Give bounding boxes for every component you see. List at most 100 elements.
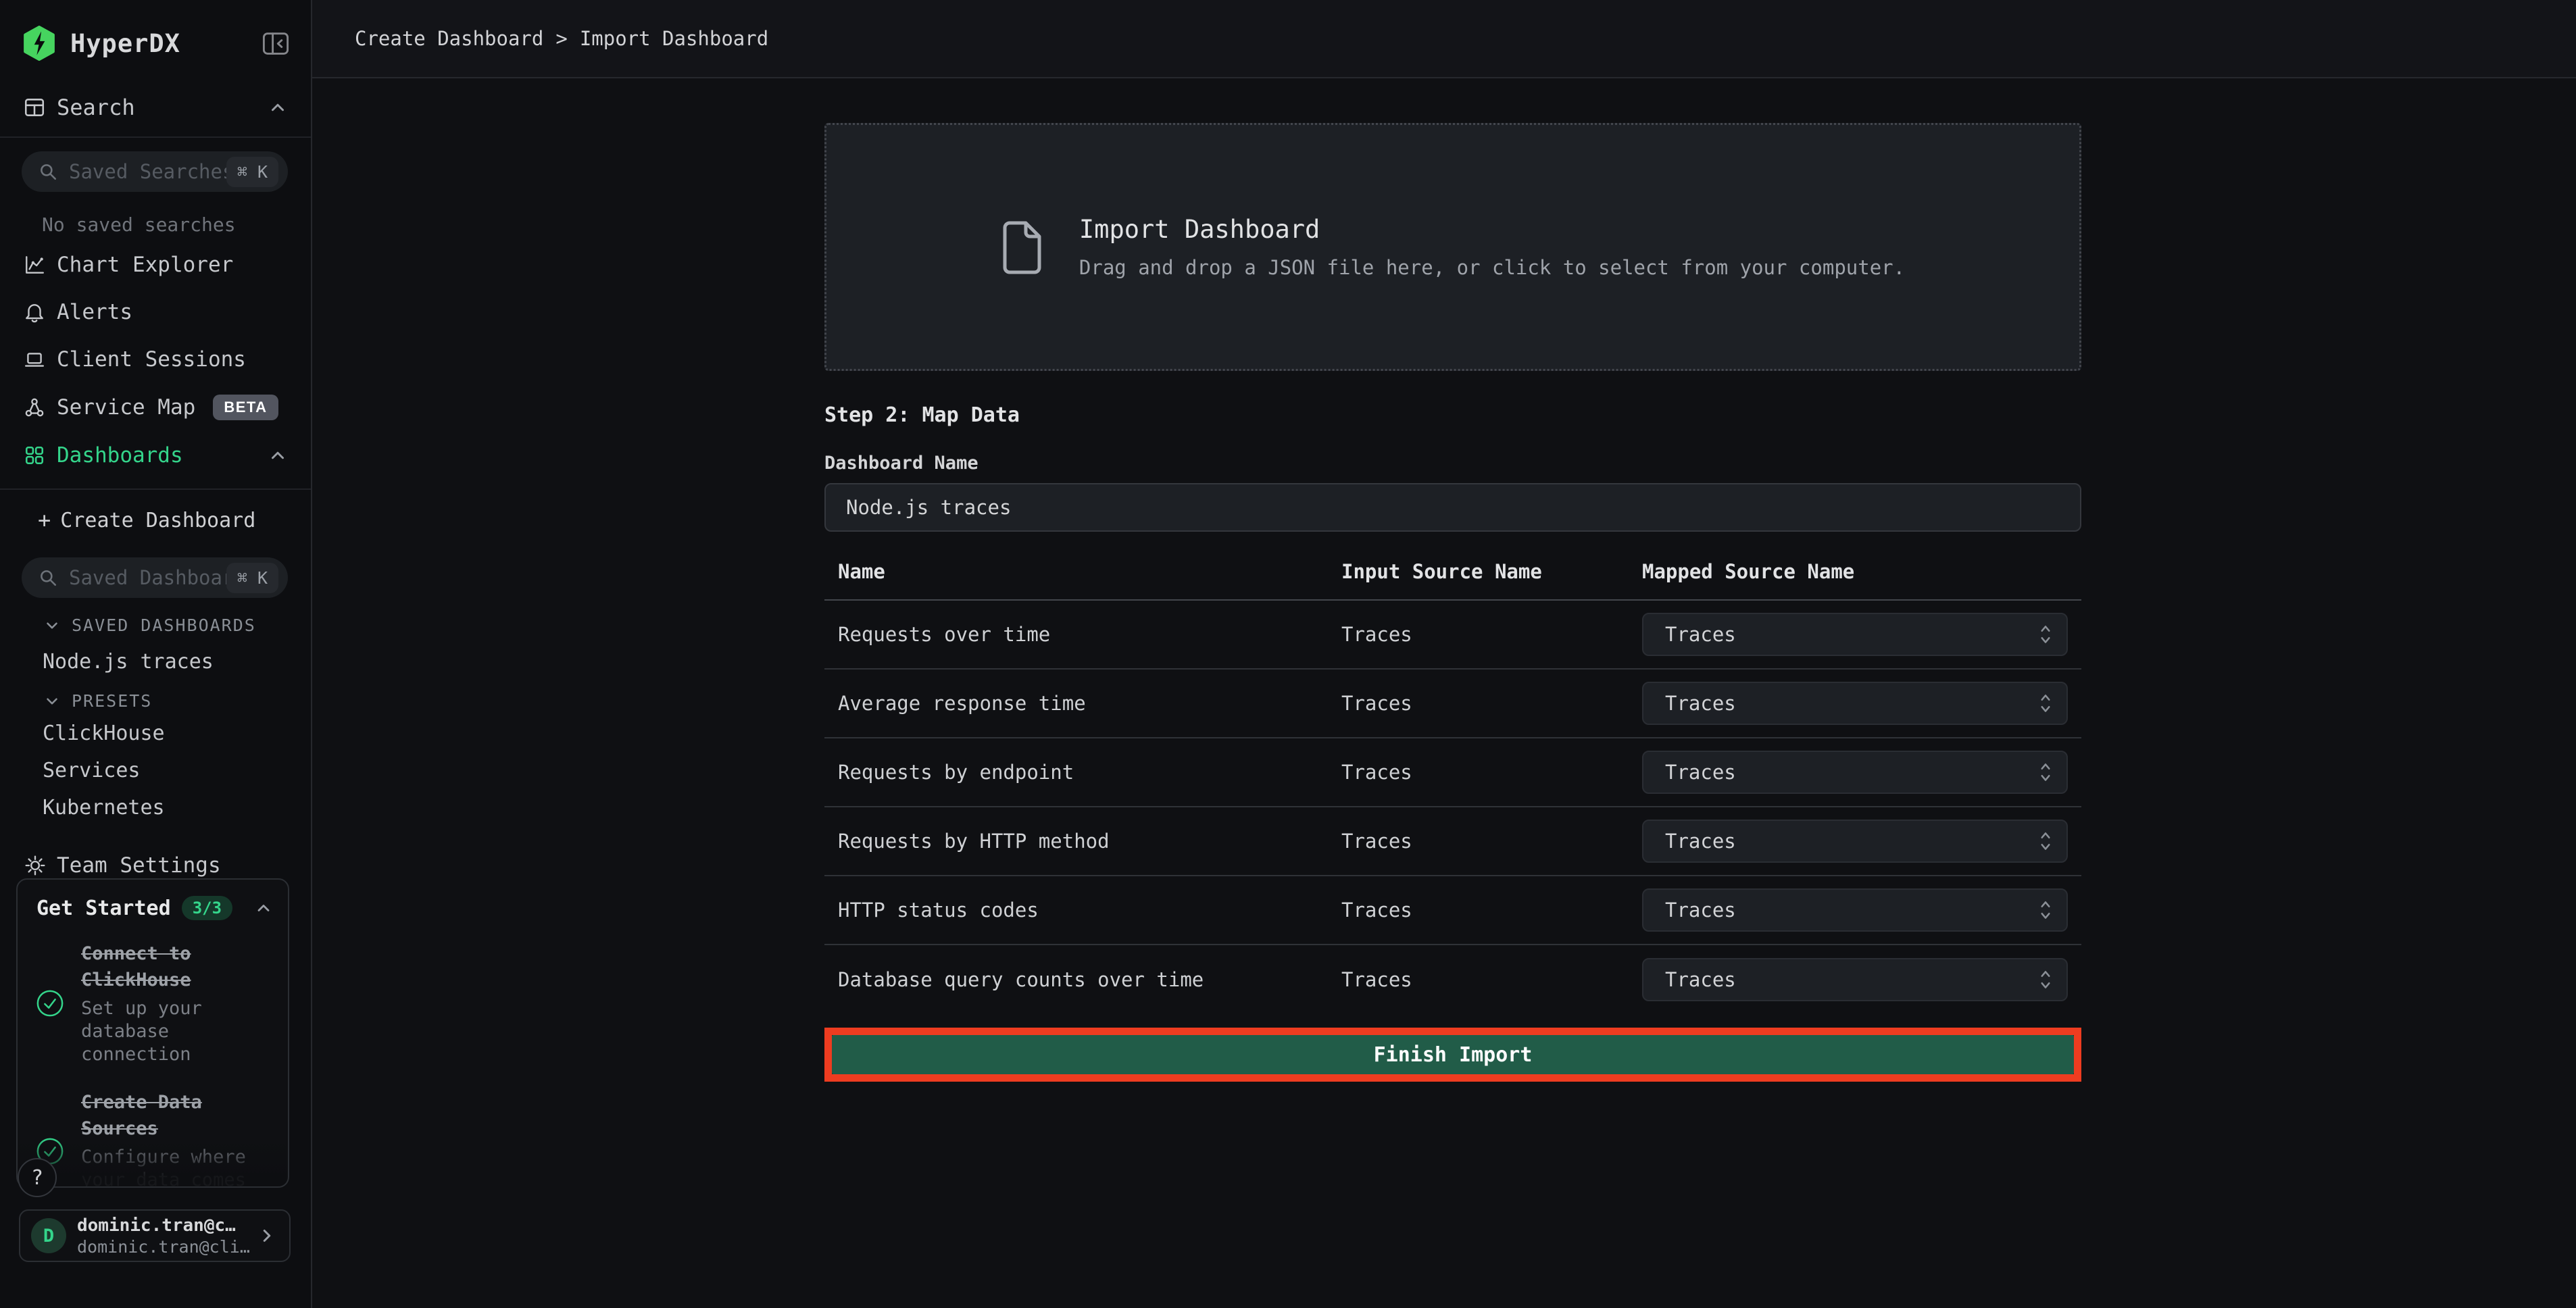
- table-row: Average response time Traces Traces: [824, 670, 2081, 738]
- main-area: Create Dashboard > Import Dashboard Impo…: [312, 0, 2576, 1308]
- selected-value: Traces: [1665, 623, 1736, 646]
- breadcrumb-import-dashboard[interactable]: Import Dashboard: [580, 27, 768, 50]
- search-icon: [38, 161, 58, 182]
- dashboards-icon: [23, 445, 46, 466]
- mapped-source-select[interactable]: Traces: [1642, 888, 2068, 932]
- group-saved-dashboards[interactable]: SAVED DASHBOARDS: [0, 598, 311, 639]
- selected-value: Traces: [1665, 830, 1736, 853]
- import-dashboard-page: Import Dashboard Drag and drop a JSON fi…: [312, 78, 2576, 1082]
- help-button[interactable]: ?: [18, 1158, 57, 1197]
- user-email: dominic.tran@cli…: [77, 1237, 257, 1257]
- sidebar: HyperDX Search: [0, 0, 312, 1308]
- breadcrumb-separator: >: [555, 27, 567, 50]
- search-section-icon: [23, 96, 46, 119]
- table-row: Requests by HTTP method Traces Traces: [824, 807, 2081, 876]
- dropzone-title: Import Dashboard: [1079, 215, 1905, 244]
- get-started-header[interactable]: Get Started 3/3: [18, 880, 288, 932]
- step-label: Step 2: Map Data: [824, 403, 2081, 427]
- get-started-card: Get Started 3/3 Connect to ClickHouse Se…: [16, 878, 289, 1188]
- plus-icon: +: [38, 507, 51, 533]
- select-chevrons-icon: [2038, 690, 2053, 716]
- app-window: { "app": { "name": "HyperDX" }, "breadcr…: [0, 0, 2576, 1308]
- select-chevrons-icon: [2038, 759, 2053, 785]
- row-input-source: Traces: [1341, 899, 1642, 922]
- get-started-title: Get Started: [36, 897, 171, 920]
- sidebar-item-label: Dashboards: [57, 443, 183, 468]
- row-input-source: Traces: [1341, 692, 1642, 715]
- breadcrumb-create-dashboard[interactable]: Create Dashboard: [355, 27, 543, 50]
- sidebar-preset-kubernetes[interactable]: Kubernetes: [0, 789, 311, 826]
- task-title: Create Data Sources: [81, 1092, 202, 1139]
- select-chevrons-icon: [2038, 828, 2053, 854]
- mapped-source-select[interactable]: Traces: [1642, 751, 2068, 794]
- sidebar-preset-clickhouse[interactable]: ClickHouse: [0, 715, 311, 752]
- sidebar-item-client-sessions[interactable]: Client Sessions: [0, 336, 311, 383]
- action-highlight-box: Finish Import: [824, 1028, 2081, 1082]
- collapse-sidebar-icon[interactable]: [261, 28, 291, 58]
- create-dashboard-label: Create Dashboard: [60, 509, 255, 532]
- chevron-right-icon: [257, 1226, 277, 1246]
- sidebar-dashboard-nodejs-traces[interactable]: Node.js traces: [0, 639, 311, 684]
- column-header-mapped-source: Mapped Source Name: [1642, 560, 2081, 583]
- row-name: Average response time: [824, 692, 1341, 715]
- mapped-source-select[interactable]: Traces: [1642, 958, 2068, 1001]
- create-dashboard-button[interactable]: + Create Dashboard: [0, 490, 311, 540]
- divider: [0, 136, 311, 138]
- saved-dashboards-search[interactable]: ⌘ K: [22, 557, 288, 598]
- mapped-source-select[interactable]: Traces: [1642, 613, 2068, 656]
- column-header-input-source: Input Source Name: [1341, 560, 1642, 583]
- sidebar-item-service-map[interactable]: Service Map BETA: [0, 383, 311, 432]
- task-title: Connect to ClickHouse: [81, 943, 191, 990]
- mapped-source-select[interactable]: Traces: [1642, 820, 2068, 863]
- hyperdx-logo-icon: [22, 26, 57, 61]
- table-row: HTTP status codes Traces Traces: [824, 876, 2081, 945]
- user-menu[interactable]: D dominic.tran@c… dominic.tran@cli…: [19, 1209, 291, 1262]
- import-dropzone[interactable]: Import Dashboard Drag and drop a JSON fi…: [824, 123, 2081, 371]
- app-title: HyperDX: [70, 29, 261, 58]
- row-input-source: Traces: [1341, 968, 1642, 991]
- dashboard-name-label: Dashboard Name: [824, 453, 2081, 474]
- row-input-source: Traces: [1341, 623, 1642, 646]
- chevron-down-icon: [43, 617, 61, 634]
- mapped-source-select[interactable]: Traces: [1642, 682, 2068, 725]
- selected-value: Traces: [1665, 692, 1736, 715]
- table-row: Requests over time Traces Traces: [824, 601, 2081, 670]
- row-name: HTTP status codes: [824, 899, 1341, 922]
- bell-icon: [23, 301, 46, 323]
- sidebar-item-label: Alerts: [57, 300, 132, 324]
- logo-row: HyperDX: [0, 0, 311, 81]
- sidebar-item-dashboards[interactable]: Dashboards: [0, 432, 311, 479]
- sidebar-preset-services[interactable]: Services: [0, 752, 311, 789]
- shortcut-kbd: ⌘ K: [226, 157, 278, 187]
- sidebar-item-label: Team Settings: [57, 853, 221, 878]
- progress-badge: 3/3: [182, 896, 232, 920]
- selected-value: Traces: [1665, 968, 1736, 991]
- group-presets[interactable]: PRESETS: [0, 684, 311, 715]
- task-description: Set up your database connection: [81, 997, 277, 1065]
- avatar: D: [31, 1218, 66, 1253]
- get-started-item-connect[interactable]: Connect to ClickHouse Set up your databa…: [18, 932, 288, 1074]
- sidebar-item-label: Chart Explorer: [57, 253, 233, 277]
- laptop-icon: [23, 349, 46, 370]
- selected-value: Traces: [1665, 899, 1736, 922]
- row-input-source: Traces: [1341, 830, 1642, 853]
- saved-dashboards-input[interactable]: [69, 566, 226, 589]
- table-header-row: Name Input Source Name Mapped Source Nam…: [824, 541, 2081, 601]
- get-started-item-sources[interactable]: Create Data Sources Configure where your…: [18, 1081, 288, 1188]
- service-map-icon: [23, 397, 46, 418]
- finish-import-button[interactable]: Finish Import: [832, 1035, 2074, 1074]
- saved-searches-search[interactable]: ⌘ K: [22, 151, 288, 192]
- column-header-name: Name: [824, 560, 1341, 583]
- row-name: Requests over time: [824, 623, 1341, 646]
- sidebar-item-team-settings[interactable]: Team Settings: [0, 826, 311, 884]
- task-description: Configure where your data comes from: [81, 1146, 277, 1188]
- sidebar-item-alerts[interactable]: Alerts: [0, 288, 311, 336]
- shortcut-kbd: ⌘ K: [226, 563, 278, 593]
- check-circle-icon: [36, 989, 64, 1017]
- saved-searches-input[interactable]: [69, 160, 226, 183]
- sidebar-item-chart-explorer[interactable]: Chart Explorer: [0, 241, 311, 288]
- sidebar-item-search[interactable]: Search: [0, 81, 311, 136]
- topbar: Create Dashboard > Import Dashboard: [312, 0, 2576, 78]
- table-row: Database query counts over time Traces T…: [824, 945, 2081, 1014]
- dashboard-name-input[interactable]: [824, 483, 2081, 532]
